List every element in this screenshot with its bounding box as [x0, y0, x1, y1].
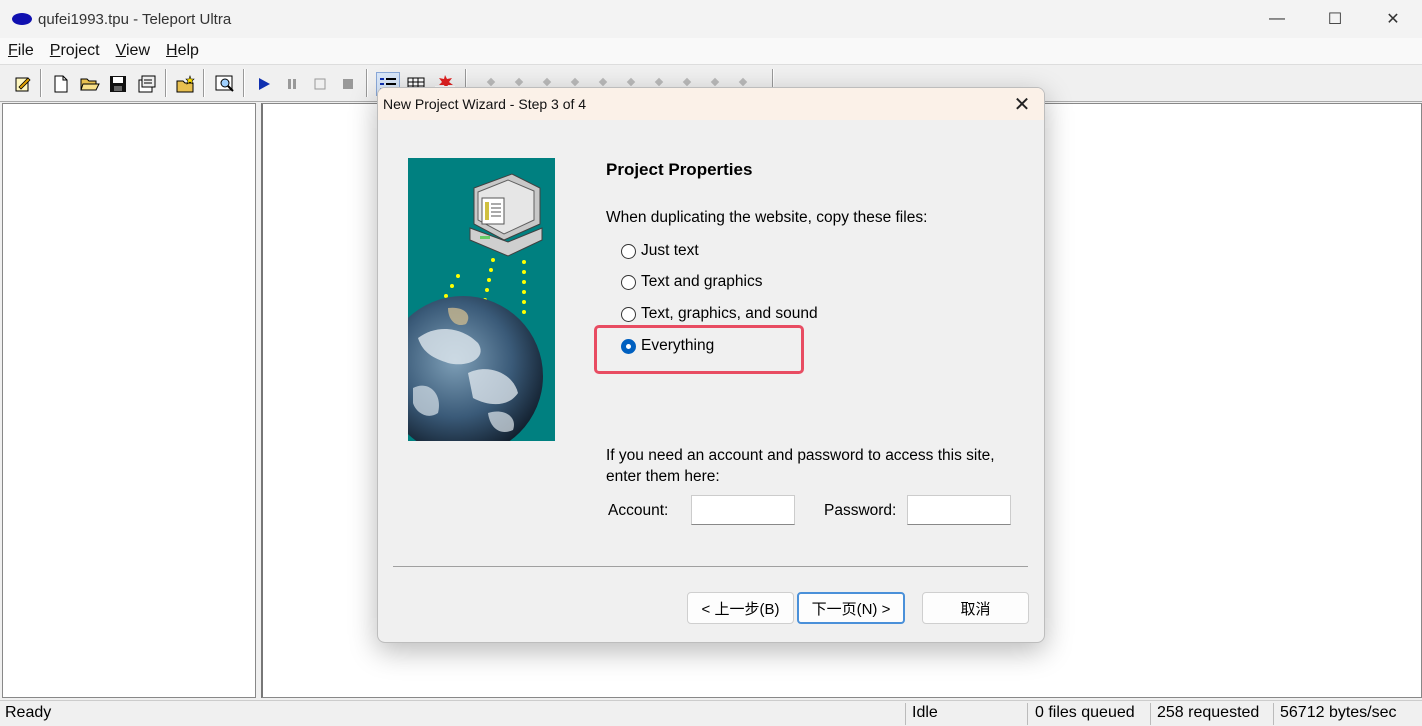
status-bar: Ready Idle 0 files queued 258 requested … — [0, 700, 1422, 726]
computer-icon — [469, 173, 543, 257]
menu-file[interactable]: File — [0, 42, 42, 60]
status-queued: 0 files queued — [1035, 704, 1135, 721]
password-field[interactable] — [907, 495, 1011, 525]
close-button[interactable]: ✕ — [1364, 0, 1422, 38]
option-just-text[interactable]: Just text — [621, 242, 699, 260]
account-note: If you need an account and password to a… — [606, 447, 995, 485]
status-requested: 258 requested — [1157, 704, 1260, 721]
find-icon[interactable] — [214, 73, 236, 95]
radio-text-and-graphics[interactable] — [621, 274, 636, 290]
minimize-button[interactable]: — — [1248, 0, 1306, 38]
window-titlebar: qufei1993.tpu - Teleport Ultra — ☐ ✕ — [0, 0, 1422, 38]
option-label: Text, graphics, and sound — [641, 305, 818, 322]
next-button[interactable]: 下一页(N) > — [797, 592, 905, 624]
dialog-close-button[interactable]: ✕ — [1010, 92, 1034, 116]
dialog-divider — [393, 566, 1028, 567]
start-icon[interactable] — [253, 73, 275, 95]
account-label: Account: — [608, 502, 669, 519]
dialog-titlebar: New Project Wizard - Step 3 of 4 ✕ — [378, 88, 1044, 120]
properties-icon[interactable] — [136, 73, 158, 95]
option-label: Just text — [641, 242, 699, 259]
option-label: Text and graphics — [641, 273, 763, 290]
status-state: Ready — [5, 704, 52, 721]
window-title: qufei1993.tpu - Teleport Ultra — [38, 10, 232, 28]
window-controls: — ☐ ✕ — [1248, 0, 1422, 38]
status-activity: Idle — [912, 704, 938, 721]
save-icon[interactable] — [107, 73, 129, 95]
stop-icon[interactable] — [309, 73, 331, 95]
new-folder-icon[interactable] — [175, 73, 197, 95]
section-heading: Project Properties — [606, 160, 753, 179]
account-field[interactable] — [691, 495, 795, 525]
menu-view[interactable]: View — [108, 42, 158, 60]
open-icon[interactable] — [79, 73, 101, 95]
menu-help[interactable]: Help — [158, 42, 207, 60]
radio-just-text[interactable] — [621, 243, 636, 259]
highlight-box — [594, 325, 804, 374]
menu-bar: File Project View Help — [0, 38, 1422, 64]
cancel-button[interactable]: 取消 — [922, 592, 1029, 624]
password-label: Password: — [824, 502, 897, 519]
pause-icon[interactable] — [281, 73, 303, 95]
radio-text-graphics-sound[interactable] — [621, 306, 636, 322]
status-rate: 56712 bytes/sec — [1280, 704, 1397, 721]
new-project-wizard-dialog: New Project Wizard - Step 3 of 4 ✕ Proje… — [377, 87, 1045, 643]
project-tree-pane[interactable] — [2, 103, 256, 698]
menu-project[interactable]: Project — [42, 42, 108, 60]
new-project-wizard-icon[interactable] — [12, 73, 34, 95]
dialog-title: New Project Wizard - Step 3 of 4 — [383, 96, 587, 112]
new-icon[interactable] — [50, 73, 72, 95]
copy-files-instruction: When duplicating the website, copy these… — [606, 209, 928, 226]
option-text-graphics-sound[interactable]: Text, graphics, and sound — [621, 305, 818, 323]
stop-all-icon[interactable] — [337, 73, 359, 95]
app-icon — [12, 13, 32, 25]
option-text-and-graphics[interactable]: Text and graphics — [621, 273, 763, 291]
maximize-button[interactable]: ☐ — [1306, 0, 1364, 38]
wizard-illustration — [408, 158, 555, 441]
back-button[interactable]: < 上一步(B) — [687, 592, 794, 624]
